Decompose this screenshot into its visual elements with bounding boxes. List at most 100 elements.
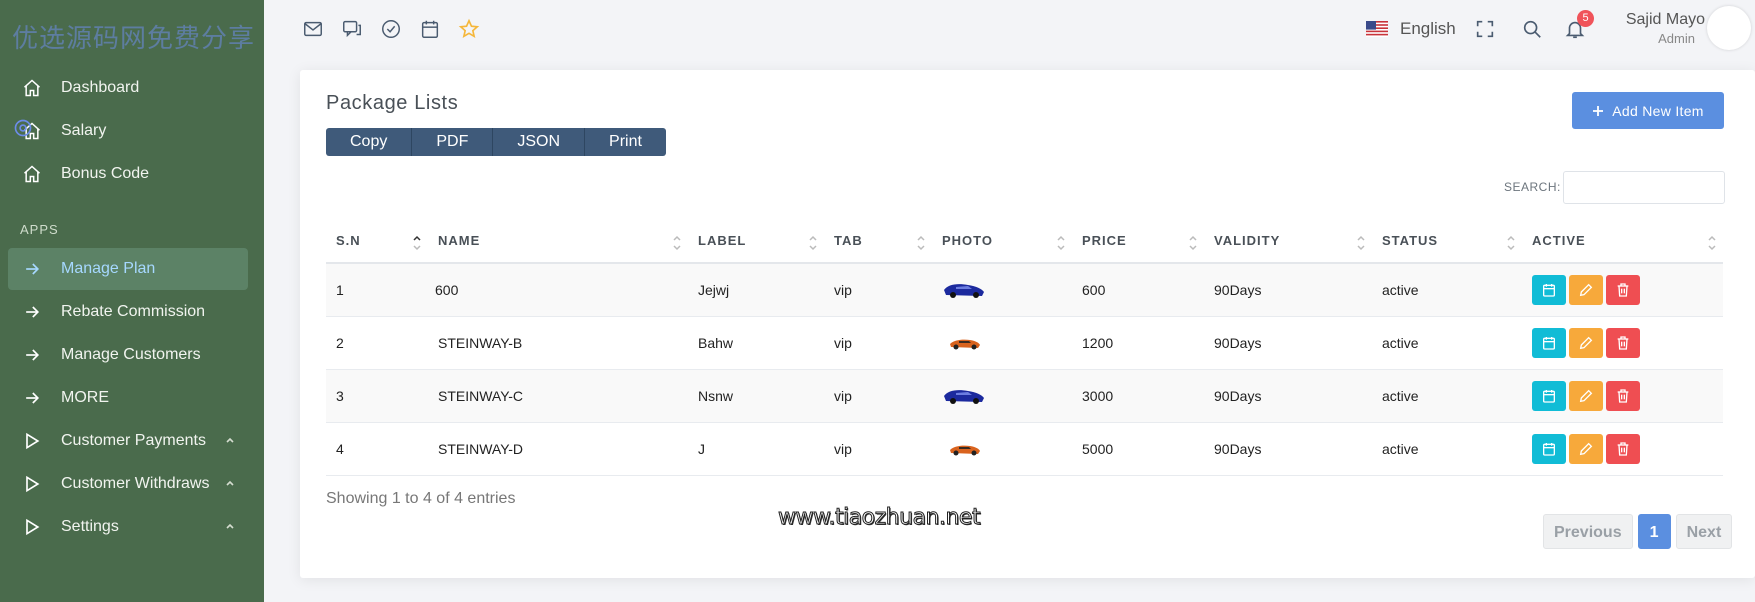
star-icon[interactable] <box>458 18 480 40</box>
column-header-photo[interactable]: PHOTO <box>932 218 1072 264</box>
edit-button[interactable] <box>1569 380 1603 411</box>
cell-sn: 1 <box>326 263 428 317</box>
column-header-tab[interactable]: TAB <box>824 218 932 264</box>
home-icon <box>24 79 40 97</box>
add-new-item-button[interactable]: Add New Item <box>1572 92 1724 129</box>
cell-status: active <box>1372 422 1522 476</box>
previous-page-button[interactable]: Previous <box>1543 514 1633 549</box>
edit-button[interactable] <box>1569 327 1603 358</box>
next-page-button[interactable]: Next <box>1675 514 1733 549</box>
json-button[interactable]: JSON <box>493 128 586 156</box>
cell-validity: 90Days <box>1204 263 1372 317</box>
topbar: English 5 Sajid Mayo Admin <box>264 0 1755 60</box>
column-header-validity[interactable]: VALIDITY <box>1204 218 1372 264</box>
sort-icon <box>1507 235 1515 251</box>
sidebar-item-bonus-code[interactable]: Bonus Code <box>8 153 248 195</box>
calendar-button[interactable] <box>1532 433 1566 464</box>
calendar-button[interactable] <box>1532 274 1566 305</box>
copy-button[interactable]: Copy <box>326 128 413 156</box>
delete-button[interactable] <box>1606 327 1640 358</box>
sidebar-item-dashboard[interactable]: Dashboard <box>8 67 248 109</box>
fullscreen-icon[interactable] <box>1474 18 1496 40</box>
cell-photo <box>932 369 1072 423</box>
column-header-name[interactable]: NAME <box>428 218 688 264</box>
trash-icon <box>1617 335 1629 350</box>
export-button-group: Copy PDF JSON Print <box>326 128 666 156</box>
car-blue-image <box>944 389 984 404</box>
sidebar-item-label: Customer Withdraws <box>61 475 210 492</box>
arrow-right-icon <box>26 349 40 361</box>
cell-validity: 90Days <box>1204 369 1372 423</box>
language-label: English <box>1400 19 1456 38</box>
chat-icon[interactable] <box>341 18 363 40</box>
cell-validity: 90Days <box>1204 316 1372 370</box>
sidebar-item-salary[interactable]: Salary <box>8 110 248 152</box>
pencil-icon <box>1579 389 1593 402</box>
sidebar-item-label: Customer Payments <box>61 432 206 449</box>
cell-price: 3000 <box>1072 369 1204 423</box>
sidebar-item-rebate-commission[interactable]: Rebate Commission <box>8 291 248 333</box>
sort-icon <box>917 235 925 251</box>
calendar-button[interactable] <box>1532 380 1566 411</box>
cell-status: active <box>1372 369 1522 423</box>
arrow-right-icon <box>26 306 40 318</box>
cell-tab: vip <box>824 369 932 423</box>
sort-icon <box>1357 235 1365 251</box>
cell-actions <box>1522 422 1723 476</box>
avatar[interactable] <box>1707 6 1751 50</box>
cell-actions <box>1522 316 1723 370</box>
column-header-label[interactable]: LABEL <box>688 218 824 264</box>
edit-button[interactable] <box>1569 433 1603 464</box>
language-selector[interactable]: English <box>1366 16 1456 42</box>
add-new-item-label: Add New Item <box>1612 102 1704 119</box>
home-icon <box>24 165 40 183</box>
notification-badge: 5 <box>1577 10 1594 27</box>
cell-validity: 90Days <box>1204 422 1372 476</box>
column-header-status[interactable]: STATUS <box>1372 218 1522 264</box>
column-header-active[interactable]: ACTIVE <box>1522 218 1723 264</box>
sidebar: 优选源码网免费分享 Dashboard Salary Bonus Code AP… <box>0 0 264 602</box>
delete-button[interactable] <box>1606 274 1640 305</box>
gear-circle-icon <box>14 119 32 137</box>
calendar-button[interactable] <box>1532 327 1566 358</box>
plus-icon <box>1593 105 1604 116</box>
check-circle-icon[interactable] <box>380 18 402 40</box>
package-list-card: Package Lists Copy PDF JSON Print Add Ne… <box>300 70 1755 578</box>
sidebar-item-label: MORE <box>61 389 109 406</box>
cell-label: Nsnw <box>688 369 824 423</box>
column-header-price[interactable]: PRICE <box>1072 218 1204 264</box>
search-input[interactable] <box>1563 171 1725 204</box>
table-row: 4 STEINWAY-D J vip 5000 90Days active <box>326 422 1723 476</box>
trash-icon <box>1617 283 1629 297</box>
arrow-right-icon <box>26 263 40 275</box>
calendar-icon[interactable] <box>419 18 441 40</box>
sidebar-item-customer-withdraws[interactable]: Customer Withdraws <box>8 463 248 505</box>
search-icon[interactable] <box>1521 18 1543 40</box>
sort-icon <box>809 235 817 251</box>
pdf-button[interactable]: PDF <box>412 128 494 156</box>
mail-icon[interactable] <box>302 18 324 40</box>
car-blue-image <box>944 283 984 298</box>
page-1-button[interactable]: 1 <box>1637 514 1671 549</box>
sidebar-item-settings[interactable]: Settings <box>8 506 248 548</box>
pencil-icon <box>1579 336 1593 349</box>
cell-photo <box>932 422 1072 476</box>
sidebar-item-more[interactable]: MORE <box>8 377 248 419</box>
cell-photo <box>932 263 1072 317</box>
calendar-icon <box>1543 389 1555 403</box>
delete-button[interactable] <box>1606 433 1640 464</box>
sidebar-item-label: Salary <box>61 122 107 139</box>
calendar-icon <box>1543 336 1555 350</box>
sidebar-item-manage-customers[interactable]: Manage Customers <box>8 334 248 376</box>
sidebar-item-customer-payments[interactable]: Customer Payments <box>8 420 248 462</box>
edit-button[interactable] <box>1569 274 1603 305</box>
sidebar-section-heading: APPS <box>20 222 59 237</box>
delete-button[interactable] <box>1606 380 1640 411</box>
user-name[interactable]: Sajid Mayo <box>1626 11 1705 29</box>
play-outline-icon <box>26 432 40 450</box>
cell-name: STEINWAY-C <box>428 369 688 423</box>
print-button[interactable]: Print <box>585 128 666 156</box>
column-header-sn[interactable]: S.N <box>326 218 428 264</box>
cell-sn: 3 <box>326 369 428 423</box>
sidebar-item-manage-plan[interactable]: Manage Plan <box>8 248 248 290</box>
